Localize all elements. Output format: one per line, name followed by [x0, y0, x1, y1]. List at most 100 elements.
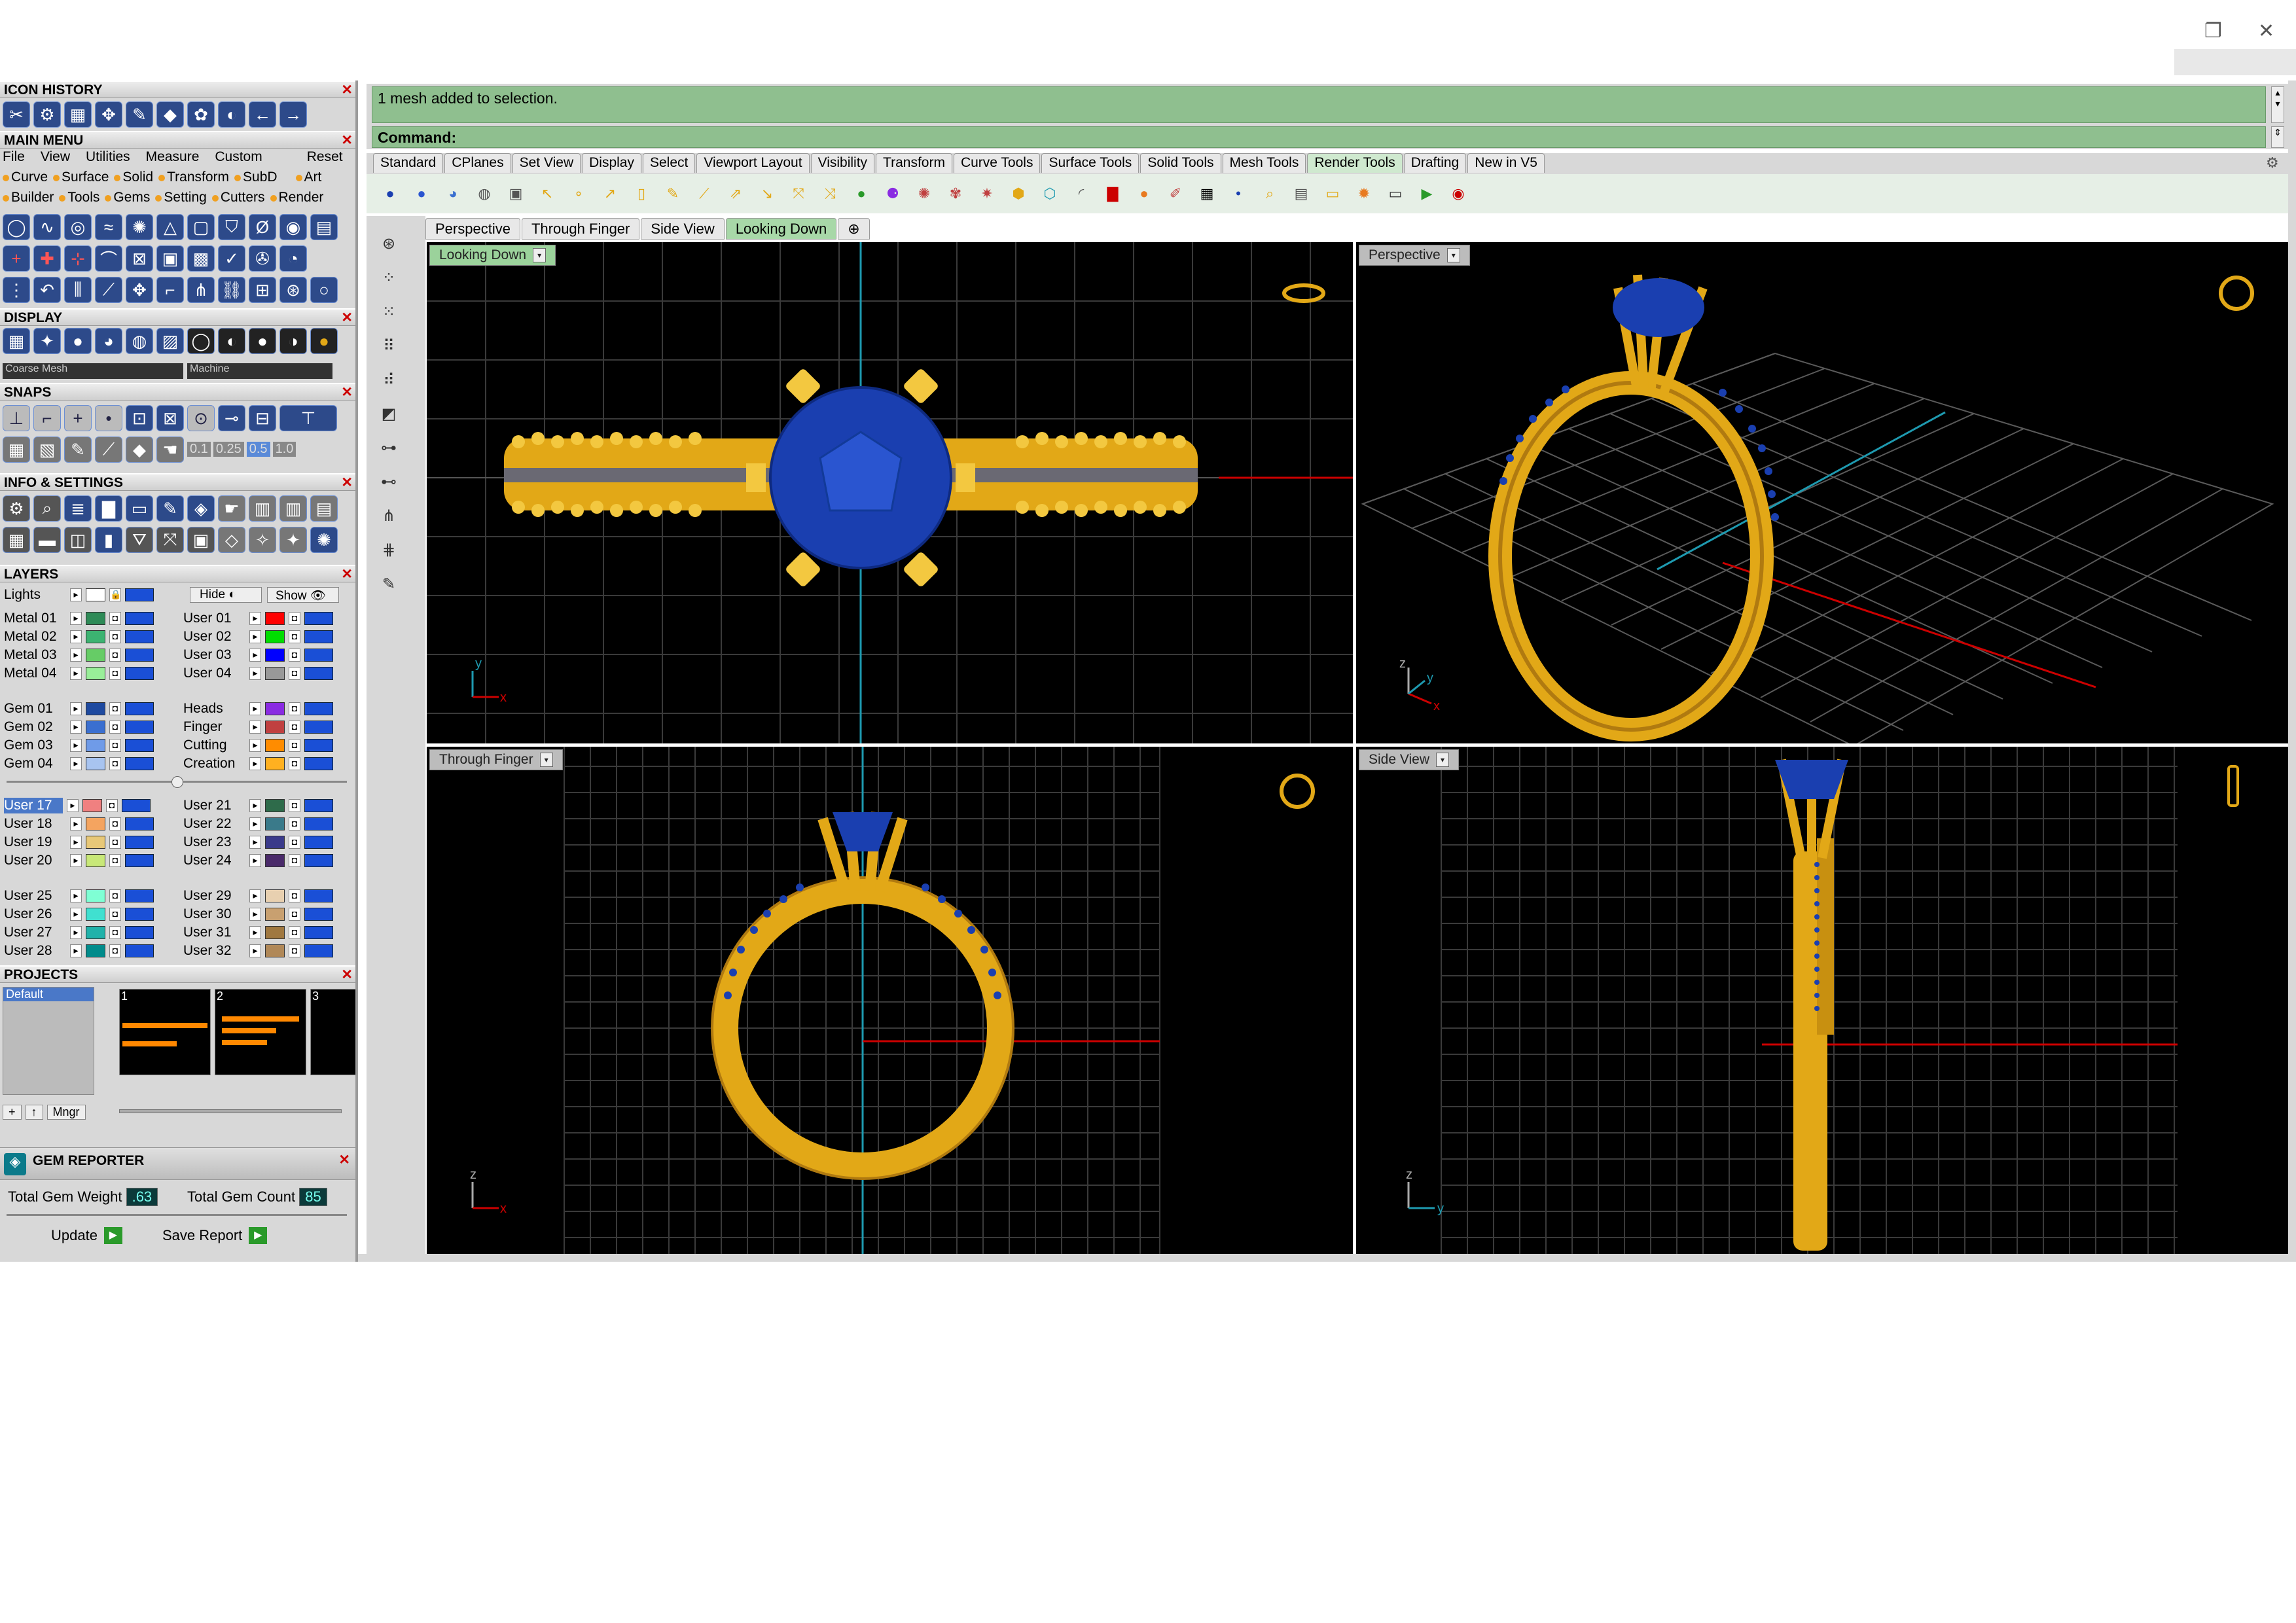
layer-creation[interactable]: Creation ▸ ◘ — [183, 755, 333, 773]
gear-icon[interactable]: ⚙ — [2266, 154, 2279, 171]
viewport-tab-looking-down[interactable]: Looking Down — [725, 218, 837, 240]
chevron-down-icon[interactable]: ▾ — [1446, 248, 1460, 262]
vertex-icon[interactable]: ⋔ — [374, 501, 403, 530]
layer-user-22[interactable]: User 22 ▸ ◘ — [183, 815, 333, 833]
viewport-side-view[interactable]: z y Side View ▾ — [1356, 747, 2288, 1254]
xray-view-icon[interactable]: ◍ — [126, 328, 153, 354]
layer-visibility-toggle[interactable] — [304, 854, 333, 867]
snap-ruler-icon[interactable]: ⟋ — [95, 437, 122, 463]
material-icon[interactable]: ✺ — [911, 181, 937, 207]
layer-color-swatch[interactable] — [82, 799, 102, 812]
expand-icon[interactable]: ▸ — [249, 926, 261, 939]
layer-visibility-toggle[interactable] — [125, 612, 154, 625]
sparkle-icon[interactable]: ✦ — [279, 527, 307, 553]
menu-surface[interactable]: Surface — [53, 169, 109, 185]
close-icon[interactable]: ✕ — [2258, 20, 2274, 43]
layer-visibility-toggle[interactable] — [304, 630, 333, 643]
arrows-icon[interactable]: ⤧ — [156, 527, 184, 553]
layer-visibility-toggle[interactable] — [125, 739, 154, 752]
layer-user-01[interactable]: User 01 ▸ ◘ — [183, 609, 333, 628]
layer-metal-02[interactable]: Metal 02 ▸ ◘ — [4, 628, 154, 646]
layer-color-swatch[interactable] — [86, 612, 105, 625]
expand-icon[interactable]: ▸ — [70, 817, 82, 830]
layer-gem-02[interactable]: Gem 02 ▸ ◘ — [4, 718, 154, 736]
layer-color-swatch[interactable] — [86, 721, 105, 734]
layer-visibility-toggle[interactable] — [304, 702, 333, 715]
select-icon[interactable]: ⤧ — [785, 181, 812, 207]
snap-perp-icon[interactable]: ⊟ — [249, 405, 276, 431]
orange-box-icon[interactable]: ▤ — [310, 495, 338, 522]
expand-icon[interactable]: ▸ — [70, 944, 82, 957]
layer-visibility-toggle[interactable] — [125, 649, 154, 662]
lock-icon[interactable]: ◘ — [109, 702, 121, 715]
expand-icon[interactable]: ▸ — [249, 702, 261, 715]
layer-color-swatch[interactable] — [86, 702, 105, 715]
move-tool-icon[interactable]: ✥ — [126, 277, 153, 303]
settings-gear-icon[interactable]: ⚙ — [3, 495, 30, 522]
layer-visibility-toggle[interactable] — [304, 836, 333, 849]
expand-icon[interactable]: ▸ — [70, 721, 82, 734]
chevron-down-icon[interactable]: ▾ — [539, 753, 553, 767]
lock-icon[interactable]: ◘ — [106, 799, 118, 812]
lock-icon[interactable]: ◘ — [289, 926, 300, 939]
toolbar-tab-visibility[interactable]: Visibility — [810, 153, 875, 173]
expand-icon[interactable]: ▸ — [70, 667, 82, 680]
expand-icon[interactable]: ▸ — [249, 612, 261, 625]
image-view-icon[interactable]: ▨ — [156, 328, 184, 354]
lock-icon[interactable]: ◘ — [109, 944, 121, 957]
hand-icon[interactable]: ☛ — [218, 495, 245, 522]
blue-dot-icon[interactable]: • — [1225, 181, 1251, 207]
blue-sphere-icon[interactable]: ◕ — [440, 181, 466, 207]
tools-icon[interactable]: ✇ — [249, 245, 276, 272]
select-icon[interactable]: ↘ — [754, 181, 780, 207]
layer-lights[interactable]: Lights ▸ 🔒 — [4, 586, 154, 604]
layer-color-swatch[interactable] — [86, 649, 105, 662]
layer-visibility-toggle[interactable] — [125, 757, 154, 770]
arc-tool-icon[interactable]: ⌒ — [95, 245, 122, 272]
restore-icon[interactable]: ❐ — [2204, 20, 2222, 43]
back-arrow-icon[interactable]: ← — [249, 101, 276, 128]
chevron-down-icon[interactable]: ▾ — [533, 248, 547, 262]
red-box-icon[interactable]: ▇ — [1100, 181, 1126, 207]
history-tool-icon[interactable]: ✥ — [95, 101, 122, 128]
layer-visibility-toggle[interactable] — [125, 721, 154, 734]
layer-icon[interactable]: ▤ — [1288, 181, 1314, 207]
add-project-icon[interactable]: + — [3, 1105, 22, 1120]
projects-list[interactable]: Default — [3, 987, 94, 1095]
expand-icon[interactable]: ▸ — [249, 667, 261, 680]
frame-tool-icon[interactable]: ▢ — [187, 214, 215, 240]
expand-icon[interactable]: ▸ — [70, 926, 82, 939]
play-icon[interactable]: ▶ — [1414, 181, 1440, 207]
viewport-perspective[interactable]: z y x Perspective ▾ — [1356, 242, 2288, 743]
layer-visibility-toggle[interactable] — [304, 612, 333, 625]
project-thumb-3[interactable]: 3 — [310, 989, 355, 1075]
teal-cube-icon[interactable]: ⬡ — [1037, 181, 1063, 207]
save-report-button[interactable]: Save Report ▶ — [162, 1227, 268, 1244]
vertex-icon[interactable]: ⋕ — [374, 535, 403, 564]
knife-tool-icon[interactable]: ⟋ — [95, 277, 122, 303]
layer-gem-04[interactable]: Gem 04 ▸ ◘ — [4, 755, 154, 773]
panel-tool-icon[interactable]: ▤ — [310, 214, 338, 240]
snap-value-0[interactable]: 0.1 — [187, 442, 211, 457]
layer-color-swatch[interactable] — [86, 817, 105, 830]
project-thumb-2[interactable]: 2 — [215, 989, 306, 1075]
snap-quad-icon[interactable]: ⊙ — [187, 405, 215, 431]
lock-icon[interactable]: ◘ — [289, 721, 300, 734]
layer-visibility-toggle[interactable] — [304, 721, 333, 734]
layer-gem-01[interactable]: Gem 01 ▸ ◘ — [4, 700, 154, 718]
pencil-icon[interactable]: ✎ — [660, 181, 686, 207]
plus-tool-icon[interactable]: ✚ — [33, 245, 61, 272]
add-viewport-icon[interactable]: ⊕ — [838, 218, 870, 240]
gold-sphere-icon[interactable]: ● — [310, 328, 338, 354]
layer-user-25[interactable]: User 25 ▸ ◘ — [4, 887, 154, 905]
layer-user-28[interactable]: User 28 ▸ ◘ — [4, 942, 154, 960]
doc-icon[interactable]: ▭ — [126, 495, 153, 522]
lock-icon[interactable]: ◘ — [109, 817, 121, 830]
circle-outline-icon[interactable]: ○ — [310, 277, 338, 303]
array-tool-icon[interactable]: ⊞ — [249, 277, 276, 303]
lock-icon[interactable]: ◘ — [289, 908, 300, 921]
cube-texture-icon[interactable]: ⬢ — [1005, 181, 1031, 207]
layer-visibility-toggle[interactable] — [304, 667, 333, 680]
shield-tool-icon[interactable]: ⛉ — [218, 214, 245, 240]
viewport-title-through-finger[interactable]: Through Finger ▾ — [429, 749, 563, 770]
